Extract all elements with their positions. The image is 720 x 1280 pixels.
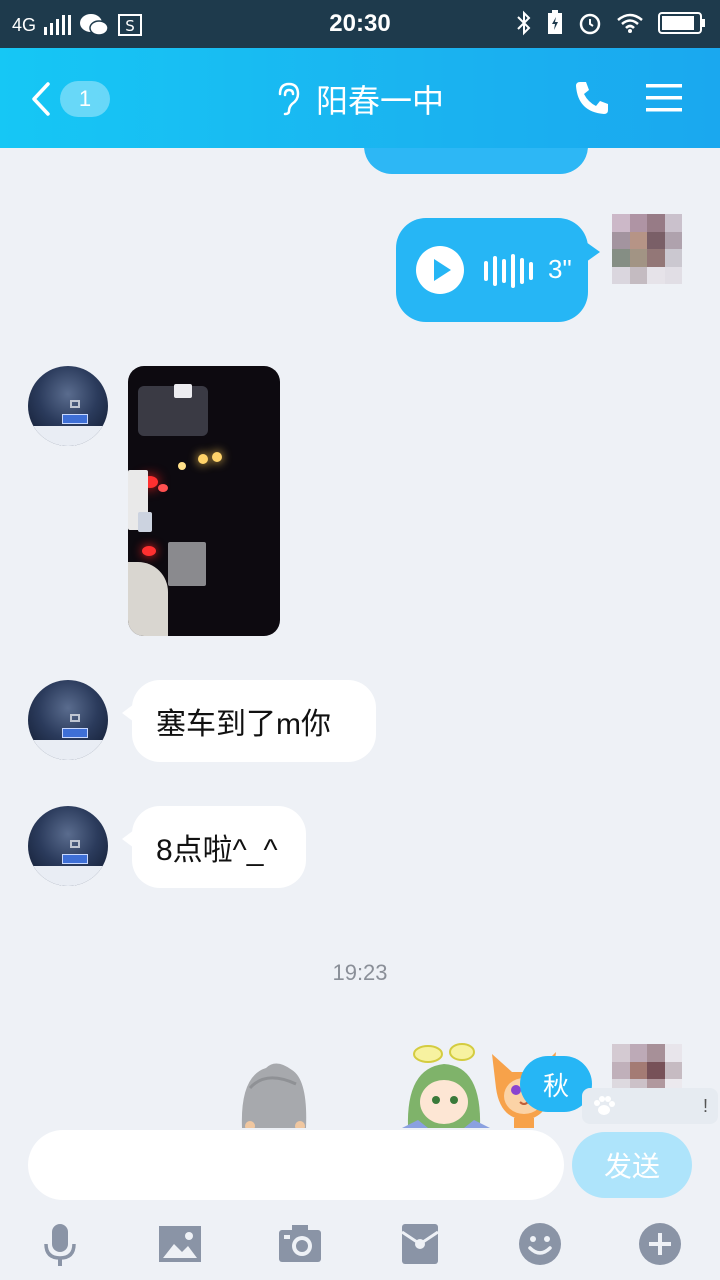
camera-icon[interactable]: [276, 1220, 324, 1268]
input-bar: ! 发送: [0, 1088, 720, 1208]
text-message[interactable]: 8点啦^_^: [122, 806, 306, 888]
message-text: 秋: [542, 1070, 569, 1101]
chat-messages[interactable]: 3" 塞车到了m你 8点啦^_^ 19:23 秋: [0, 148, 720, 1128]
voice-wave-icon: [484, 254, 533, 288]
earpiece-icon: [278, 82, 300, 116]
plus-icon[interactable]: [636, 1220, 684, 1268]
play-icon[interactable]: [416, 246, 464, 294]
green-hair-girl-sticker: [402, 1043, 490, 1128]
contact-avatar[interactable]: [28, 806, 108, 886]
wifi-icon: [617, 13, 643, 33]
gray-figure-sticker: [241, 1063, 307, 1128]
message-text: 8点啦^_^: [156, 834, 278, 867]
chat-title-wrap[interactable]: 阳春一中: [0, 76, 720, 122]
microphone-icon[interactable]: [36, 1220, 84, 1268]
voice-message[interactable]: 3": [396, 218, 600, 322]
menu-icon: [646, 84, 682, 112]
note-text: !: [702, 1095, 708, 1116]
contact-avatar[interactable]: [28, 680, 108, 760]
photo-message[interactable]: [128, 366, 280, 636]
call-button[interactable]: [572, 78, 612, 118]
my-avatar[interactable]: [612, 214, 682, 284]
menu-button[interactable]: [644, 80, 684, 116]
image-icon[interactable]: [156, 1220, 204, 1268]
page-title: 阳春一中: [315, 83, 444, 119]
phone-icon: [576, 82, 608, 114]
status-bar: 4G S 20:30: [0, 0, 720, 48]
bluetooth-icon: [517, 10, 531, 36]
voice-duration: 3": [548, 254, 572, 284]
battery-charging-icon: [548, 10, 562, 34]
paw-note[interactable]: !: [582, 1088, 718, 1124]
message-input[interactable]: [28, 1130, 564, 1200]
emoji-icon[interactable]: [516, 1220, 564, 1268]
input-toolbar: [0, 1208, 720, 1280]
red-packet-icon[interactable]: [396, 1220, 444, 1268]
message-timestamp: 19:23: [332, 960, 388, 985]
text-message[interactable]: 塞车到了m你: [122, 680, 376, 762]
alarm-icon: [579, 13, 601, 35]
previous-message-bubble[interactable]: [364, 148, 588, 174]
battery-icon: [658, 12, 705, 34]
chat-header: 1 阳春一中: [0, 48, 720, 148]
send-button[interactable]: 发送: [572, 1132, 692, 1198]
message-text: 塞车到了m你: [156, 708, 331, 741]
contact-avatar[interactable]: [28, 366, 108, 446]
paw-icon: [594, 1096, 615, 1115]
